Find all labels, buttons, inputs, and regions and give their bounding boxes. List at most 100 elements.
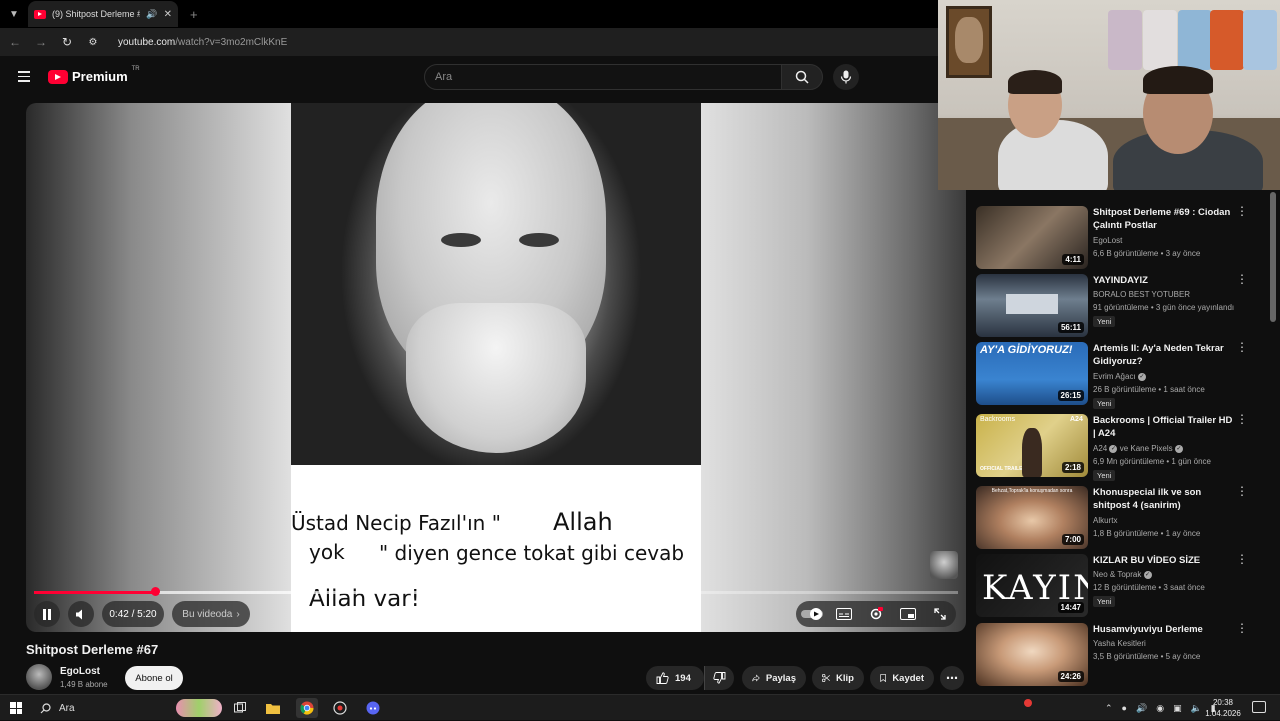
verified-icon: ✓ bbox=[1174, 444, 1183, 453]
pause-icon bbox=[43, 608, 51, 620]
subscribe-button[interactable]: Abone ol bbox=[125, 666, 183, 690]
caption-allah: Allah bbox=[553, 508, 613, 536]
video-title[interactable]: Khonuspecial ilk ve son shitpost 4 (sani… bbox=[1093, 486, 1233, 512]
speaker-icon[interactable]: 🔊 bbox=[146, 9, 157, 20]
more-vert-icon[interactable]: ⋮ bbox=[1236, 341, 1248, 353]
miniplayer-icon bbox=[900, 608, 916, 620]
task-view-icon[interactable] bbox=[229, 698, 251, 718]
taskbar-clock[interactable]: 20:38 1.04.2026 bbox=[1200, 697, 1246, 719]
youtube-logo[interactable]: Premium TR bbox=[48, 66, 140, 84]
discord-icon[interactable] bbox=[362, 698, 384, 718]
autoplay-toggle[interactable] bbox=[799, 608, 825, 620]
more-vert-icon[interactable]: ⋮ bbox=[1236, 273, 1248, 285]
menu-icon[interactable] bbox=[18, 71, 30, 85]
video-thumbnail[interactable]: Behzat,Toprak'la konuşmadan sonra 7:00 bbox=[976, 486, 1088, 549]
channel-name[interactable]: EgoLost bbox=[1093, 236, 1122, 245]
more-actions-button[interactable]: ⋯ bbox=[940, 666, 964, 690]
share-button[interactable]: Paylaş bbox=[742, 666, 806, 690]
notifications-icon[interactable] bbox=[1252, 701, 1266, 713]
file-explorer-icon[interactable] bbox=[262, 698, 284, 718]
pause-button[interactable] bbox=[34, 601, 60, 627]
fullscreen-button[interactable] bbox=[927, 608, 953, 620]
video-player[interactable]: Üstad Necip Fazıl'ın " Allah yok " diyen… bbox=[26, 103, 966, 632]
duration-badge: 24:26 bbox=[1057, 671, 1084, 682]
back-icon[interactable]: ← bbox=[8, 35, 22, 49]
clip-button[interactable]: Klip bbox=[812, 666, 864, 690]
more-vert-icon[interactable]: ⋮ bbox=[1236, 485, 1248, 497]
volume-button[interactable] bbox=[68, 601, 94, 627]
forward-icon[interactable]: → bbox=[34, 35, 48, 49]
video-thumbnail[interactable]: KAYIN 14:47 bbox=[976, 554, 1088, 617]
video-title[interactable]: YAYINDAYIZ bbox=[1093, 274, 1233, 287]
clock-time: 20:38 bbox=[1212, 698, 1234, 707]
scissors-icon bbox=[822, 673, 830, 683]
channel-avatar[interactable] bbox=[26, 664, 52, 690]
channel-name[interactable]: BORALO BEST YOTUBER bbox=[1093, 290, 1190, 299]
clock-date: 1.04.2026 bbox=[1205, 709, 1241, 718]
video-title[interactable]: KIZLAR BU VİDEO SİZE bbox=[1093, 554, 1233, 567]
url-field[interactable]: youtube.com/watch?v=3mo2mClkKnE bbox=[118, 37, 287, 48]
duration-badge: 56:11 bbox=[1057, 322, 1084, 333]
like-button[interactable]: 194 bbox=[646, 666, 704, 690]
channel-name[interactable]: Alkurtx bbox=[1093, 516, 1117, 525]
video-thumbnail[interactable]: 24:26 bbox=[976, 623, 1088, 686]
channel-name[interactable]: Yasha Kesitleri bbox=[1093, 639, 1146, 648]
voice-search-button[interactable] bbox=[833, 64, 859, 90]
video-meta: 1,8 B görüntüleme • 1 ay önce bbox=[1093, 529, 1201, 538]
time-display: 0:42 / 5:20 bbox=[102, 601, 164, 627]
channel-name[interactable]: EgoLost bbox=[60, 666, 100, 677]
video-title: Shitpost Derleme #67 bbox=[26, 642, 159, 657]
channel-name[interactable]: Neo & Toprak ✓ bbox=[1093, 570, 1152, 579]
page-scrollbar[interactable] bbox=[1270, 192, 1276, 322]
dislike-button[interactable] bbox=[704, 666, 734, 690]
windows-start-icon[interactable] bbox=[10, 702, 22, 714]
video-thumbnail[interactable]: AY'A GİDİYORUZ! 26:15 bbox=[976, 342, 1088, 405]
chrome-icon[interactable] bbox=[296, 698, 318, 718]
tab-search-chevron-icon[interactable]: ▼ bbox=[0, 0, 28, 28]
volume-icon bbox=[76, 609, 82, 619]
more-vert-icon[interactable]: ⋮ bbox=[1236, 205, 1248, 217]
miniplayer-button[interactable] bbox=[895, 608, 921, 620]
right-controls bbox=[796, 601, 956, 627]
new-tab-button[interactable]: + bbox=[190, 7, 198, 22]
duration-badge: 7:00 bbox=[1061, 534, 1084, 545]
microphone-tray-icon[interactable]: ● bbox=[1122, 703, 1127, 713]
video-meta: 91 görüntüleme • 3 gün önce yayınlandı bbox=[1093, 303, 1235, 312]
subtitles-button[interactable] bbox=[831, 608, 857, 620]
hair-left bbox=[1008, 70, 1062, 94]
notification-alert-icon[interactable] bbox=[1024, 699, 1032, 707]
browser-tab[interactable]: (9) Shitpost Derleme #67 - 🔊 ✕ bbox=[28, 1, 178, 27]
channel-name[interactable]: Evrim Ağacı ✓ bbox=[1093, 372, 1146, 381]
reload-icon[interactable]: ↻ bbox=[60, 35, 74, 49]
speaker-tray-icon[interactable]: 🔊 bbox=[1136, 703, 1147, 714]
recording-app-icon[interactable] bbox=[329, 698, 351, 718]
chevron-up-icon[interactable]: ⌃ bbox=[1105, 703, 1113, 714]
channel-name[interactable]: A24 ✓ ve Kane Pixels ✓ bbox=[1093, 444, 1183, 453]
video-thumbnail[interactable]: 4:11 bbox=[976, 206, 1088, 269]
video-title[interactable]: Shitpost Derleme #69 : Ciodan Çalıntı Po… bbox=[1093, 206, 1233, 232]
settings-button[interactable] bbox=[863, 607, 889, 621]
video-title[interactable]: Backrooms | Official Trailer HD | A24 bbox=[1093, 414, 1233, 440]
subtitles-icon bbox=[836, 608, 852, 620]
save-button[interactable]: Kaydet bbox=[870, 666, 934, 690]
thumbs-up-icon bbox=[656, 672, 669, 684]
search-input[interactable]: Ara bbox=[424, 64, 782, 90]
search-button[interactable] bbox=[781, 64, 823, 90]
taskbar-search[interactable]: Ara bbox=[36, 698, 226, 718]
scrubber-handle[interactable] bbox=[151, 587, 160, 596]
display-icon[interactable]: ▣ bbox=[1173, 703, 1182, 714]
site-info-icon[interactable]: ⚙ bbox=[86, 37, 100, 48]
more-vert-icon[interactable]: ⋮ bbox=[1236, 553, 1248, 565]
video-thumbnail[interactable]: Backrooms A24 OFFICIAL TRAILER 2:18 bbox=[976, 414, 1088, 477]
in-this-video-button[interactable]: Bu videoda › bbox=[172, 601, 250, 627]
hair-right bbox=[1143, 66, 1213, 94]
close-tab-icon[interactable]: ✕ bbox=[164, 9, 172, 20]
network-icon[interactable]: ◉ bbox=[1156, 703, 1164, 714]
more-vert-icon[interactable]: ⋮ bbox=[1236, 413, 1248, 425]
channel-watermark[interactable] bbox=[930, 551, 958, 579]
progress-bar[interactable] bbox=[34, 591, 958, 594]
video-title[interactable]: Artemis II: Ay'a Neden Tekrar Gidiyoruz? bbox=[1093, 342, 1233, 368]
video-title[interactable]: Husamviyuviyu Derleme bbox=[1093, 623, 1233, 636]
video-thumbnail[interactable]: 56:11 bbox=[976, 274, 1088, 337]
more-vert-icon[interactable]: ⋮ bbox=[1236, 622, 1248, 634]
